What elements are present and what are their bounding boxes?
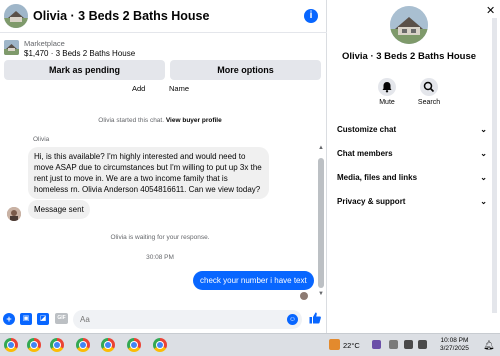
sticker-icon[interactable]: ◪ [37, 313, 49, 325]
sender-avatar[interactable] [7, 207, 21, 221]
conversation-title: Olivia · 3 Beds 2 Baths House [341, 51, 477, 62]
scroll-down-arrow-icon[interactable]: ▼ [318, 291, 324, 297]
chat-started-text: Olivia started this chat. [98, 117, 166, 124]
section-label: Chat members [337, 149, 393, 158]
section-label: Customize chat [337, 125, 397, 134]
section-media-files-links[interactable]: Media, files and links ⌄ [337, 173, 487, 182]
emoji-icon[interactable]: ☺ [287, 314, 298, 325]
network-icon[interactable] [404, 340, 413, 349]
info-icon[interactable]: i [304, 9, 318, 23]
listing-label: Marketplace [24, 39, 65, 48]
clock-time: 10:08 PM [440, 337, 469, 344]
scroll-up-arrow-icon[interactable]: ▲ [318, 145, 324, 151]
gif-icon[interactable]: GIF [55, 313, 68, 324]
close-icon[interactable]: ✕ [486, 4, 495, 17]
chrome-icon[interactable] [101, 338, 115, 352]
read-receipt-avatar [300, 292, 308, 300]
incoming-message[interactable]: Hi, is this available? I'm highly intere… [28, 147, 269, 199]
mark-pending-button[interactable]: Mark as pending [4, 60, 165, 80]
chrome-icon[interactable] [4, 338, 18, 352]
message-timestamp: 30:08 PM [146, 254, 174, 261]
column-header-name: Name [169, 84, 190, 93]
message-composer: + ▣ ◪ GIF ☺ [0, 306, 327, 332]
chat-avatar[interactable] [4, 4, 28, 28]
chevron-down-icon: ⌄ [480, 149, 487, 158]
weather-icon[interactable] [329, 339, 340, 350]
taskbar: 22°C 10:08 PM 3/27/2025 🔔︎ [0, 333, 500, 356]
chrome-icon[interactable] [127, 338, 141, 352]
section-privacy-support[interactable]: Privacy & support ⌄ [337, 197, 487, 206]
chat-header: Olivia · 3 Beds 2 Baths House i [0, 0, 327, 33]
section-label: Media, files and links [337, 173, 418, 182]
chat-started-notice: Olivia started this chat. View buyer pro… [0, 117, 320, 124]
search-button[interactable]: Search [414, 78, 444, 106]
search-icon [420, 78, 438, 96]
chrome-icon[interactable] [76, 338, 90, 352]
incoming-message[interactable]: Message sent [28, 200, 90, 219]
chat-pane: Olivia · 3 Beds 2 Baths House i Marketpl… [0, 0, 327, 333]
notification-bell-icon[interactable]: 🔔︎ [483, 340, 494, 351]
chrome-icon[interactable] [50, 338, 64, 352]
volume-icon[interactable] [418, 340, 427, 349]
more-options-button[interactable]: More options [170, 60, 321, 80]
chrome-icon[interactable] [27, 338, 41, 352]
mute-label: Mute [379, 99, 395, 106]
system-clock[interactable]: 10:08 PM 3/27/2025 [440, 337, 469, 353]
sender-name: Olivia [33, 136, 50, 143]
photo-icon[interactable]: ▣ [20, 313, 32, 325]
outgoing-message[interactable]: check your number i have text [193, 271, 314, 290]
plus-icon[interactable]: + [3, 313, 15, 325]
mute-button[interactable]: Mute [372, 78, 402, 106]
app-tray-icon[interactable] [372, 340, 381, 349]
message-scrollbar[interactable] [318, 158, 324, 288]
weather-temperature[interactable]: 22°C [343, 341, 360, 350]
section-chat-members[interactable]: Chat members ⌄ [337, 149, 487, 158]
section-label: Privacy & support [337, 197, 406, 206]
bell-icon [378, 78, 396, 96]
chevron-down-icon: ⌄ [480, 125, 487, 134]
thumbs-up-icon[interactable] [309, 312, 321, 324]
search-label: Search [417, 99, 441, 106]
message-list[interactable]: Add Name Olivia started this chat. View … [0, 84, 327, 304]
message-input[interactable] [73, 310, 302, 329]
tray-chevron-icon[interactable] [389, 340, 398, 349]
listing-thumbnail[interactable] [4, 40, 19, 55]
section-customize-chat[interactable]: Customize chat ⌄ [337, 125, 487, 134]
view-buyer-profile-link[interactable]: View buyer profile [166, 117, 222, 124]
chevron-down-icon: ⌄ [480, 197, 487, 206]
clock-date: 3/27/2025 [440, 345, 469, 352]
chat-title[interactable]: Olivia · 3 Beds 2 Baths House [33, 9, 209, 23]
listing-title[interactable]: $1,470 · 3 Beds 2 Baths House [24, 49, 135, 58]
conversation-avatar[interactable] [390, 6, 428, 44]
waiting-notice: Olivia is waiting for your response. [110, 234, 210, 241]
conversation-info-pane: ✕ Olivia · 3 Beds 2 Baths House Mute Sea… [328, 0, 500, 333]
info-pane-scrollbar[interactable] [492, 18, 497, 313]
column-header-add: Add [132, 84, 146, 93]
chevron-down-icon: ⌄ [480, 173, 487, 182]
chrome-icon[interactable] [153, 338, 167, 352]
